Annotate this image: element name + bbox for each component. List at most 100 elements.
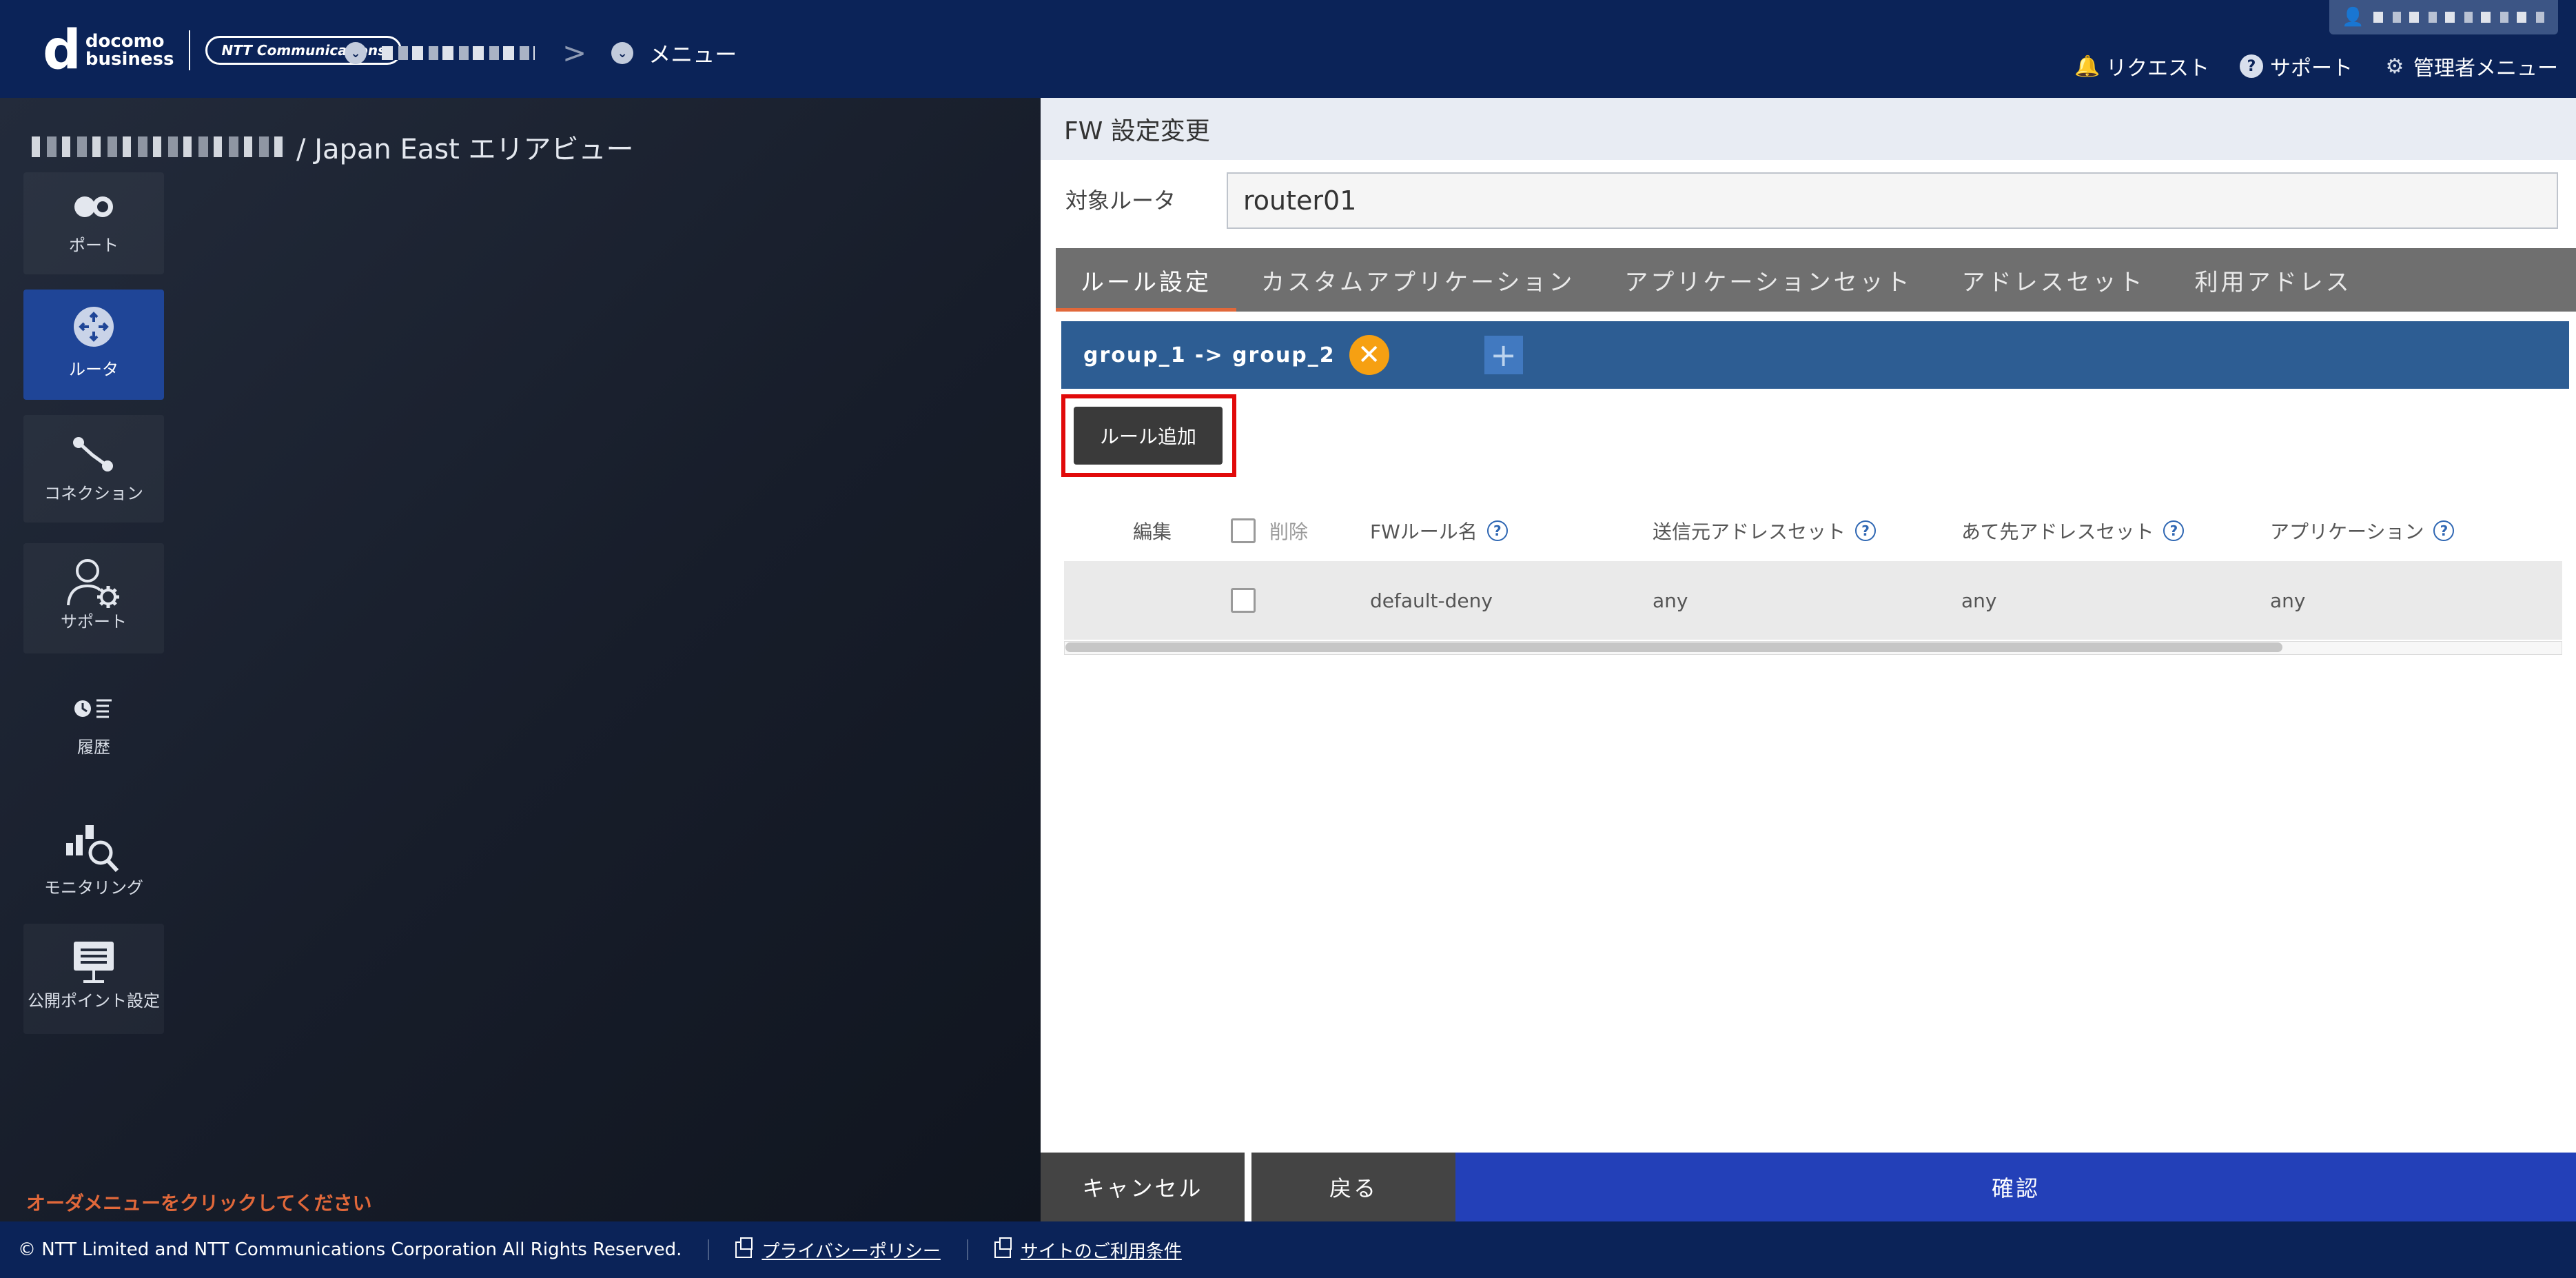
- settings-tabs: ルール設定 カスタムアプリケーション アプリケーションセット アドレスセット 利…: [1056, 248, 2576, 312]
- logo-wordmark: docomo business: [85, 32, 174, 68]
- sidebar-item-router[interactable]: ルータ: [23, 290, 164, 400]
- gear-icon: ⚙: [2385, 54, 2404, 79]
- delete-label: 削除: [1269, 520, 1309, 543]
- zone-pair-tab[interactable]: group_1 -> group_2: [1083, 343, 1336, 367]
- add-rule-button[interactable]: ルール追加: [1074, 407, 1223, 465]
- support-link[interactable]: ? サポート: [2240, 51, 2353, 81]
- zone-pair-tab-bar: group_1 -> group_2 ✕ +: [1061, 321, 2569, 389]
- sidebar-label-monitoring: モニタリング: [44, 878, 143, 897]
- breadcrumb-tenant-redacted[interactable]: [382, 46, 535, 60]
- sidebar-label-port: ポート: [69, 236, 119, 255]
- logo-separator: [189, 30, 191, 70]
- area-title-text: / Japan East エリアビュー: [296, 134, 634, 165]
- top-header: d docomo business NTT Communications ⌄ >…: [0, 0, 2576, 98]
- cancel-button[interactable]: キャンセル: [1041, 1153, 1245, 1221]
- tab-address-set[interactable]: アドレスセット: [1937, 248, 2170, 312]
- clock-list-icon: [73, 684, 114, 733]
- help-icon: ?: [2240, 54, 2263, 78]
- target-router-input[interactable]: [1227, 172, 2558, 229]
- confirm-button[interactable]: 確認: [1455, 1153, 2576, 1221]
- admin-menu-link[interactable]: ⚙ 管理者メニュー: [2383, 51, 2558, 81]
- sidebar-label-support: サポート: [61, 612, 127, 631]
- cell-fw-rule-name: default-deny: [1370, 589, 1493, 612]
- user-icon: 👤: [2342, 7, 2364, 28]
- sidebar-label-router: ルータ: [69, 360, 119, 379]
- chevron-down-icon[interactable]: ⌄: [345, 42, 367, 64]
- source-address-set-label: 送信元アドレスセット: [1653, 520, 1846, 543]
- external-link-icon: [735, 1237, 753, 1258]
- logo-d-mark: d: [43, 19, 81, 81]
- target-router-label: 対象ルータ: [1065, 187, 1176, 214]
- order-menu-hint: オーダメニューをクリックしてください: [26, 1192, 372, 1215]
- application-label: アプリケーション: [2270, 520, 2424, 543]
- header-links: 🔔 リクエスト ? サポート ⚙ 管理者メニュー: [2045, 51, 2558, 81]
- sidebar-item-connection[interactable]: コネクション: [23, 415, 164, 523]
- column-header-source-address-set: 送信元アドレスセット ?: [1653, 511, 1877, 550]
- column-header-fw-rule-name: FWルール名 ?: [1370, 511, 1508, 550]
- select-all-checkbox[interactable]: [1231, 518, 1256, 543]
- tab-custom-application[interactable]: カスタムアプリケーション: [1236, 248, 1599, 312]
- area-tenant-redacted: [32, 136, 285, 157]
- tab-used-address[interactable]: 利用アドレス: [2170, 248, 2377, 312]
- panel-title: FW 設定変更: [1041, 98, 2576, 160]
- fw-rule-name-label: FWルール名: [1370, 520, 1478, 543]
- user-account-box[interactable]: 👤: [2329, 0, 2558, 34]
- request-label: リクエスト: [2106, 57, 2209, 81]
- sidebar-item-support[interactable]: サポート: [23, 543, 164, 653]
- sidebar-item-history[interactable]: 履歴: [23, 677, 164, 780]
- row-delete-checkbox[interactable]: [1231, 588, 1256, 613]
- back-button[interactable]: 戻る: [1251, 1153, 1455, 1221]
- area-title: / Japan East エリアビュー: [32, 127, 634, 167]
- monitoring-search-icon: [66, 824, 121, 874]
- close-icon[interactable]: ✕: [1349, 335, 1389, 375]
- external-link-icon: [994, 1237, 1012, 1258]
- monitor-screen-icon: [72, 937, 115, 987]
- terms-of-use-label: サイトのご利用条件: [1020, 1241, 1182, 1262]
- help-icon[interactable]: ?: [1855, 520, 1877, 541]
- help-icon[interactable]: ?: [1486, 520, 1508, 541]
- sidebar-item-port[interactable]: ポート: [23, 172, 164, 274]
- router-icon: [72, 302, 115, 352]
- scrollbar-thumb[interactable]: [1065, 642, 2282, 652]
- logo-business: business: [85, 49, 174, 70]
- dest-address-set-label: あて先アドレスセット: [1961, 520, 2154, 543]
- copyright: © NTT Limited and NTT Communications Cor…: [18, 1239, 682, 1260]
- request-link[interactable]: 🔔 リクエスト: [2074, 51, 2209, 81]
- breadcrumb-separator: >: [562, 36, 587, 70]
- sidebar-label-public-point: 公開ポイント設定: [28, 991, 160, 1011]
- footer: © NTT Limited and NTT Communications Cor…: [0, 1221, 2576, 1278]
- privacy-policy-label: プライバシーポリシー: [761, 1241, 941, 1262]
- tab-rule-settings[interactable]: ルール設定: [1056, 248, 1236, 312]
- cell-application: any: [2270, 589, 2306, 612]
- help-icon[interactable]: ?: [2433, 520, 2455, 541]
- sidebar-label-connection: コネクション: [44, 484, 143, 503]
- footer-divider: [966, 1239, 968, 1260]
- terms-of-use-link[interactable]: サイトのご利用条件: [994, 1237, 1182, 1263]
- chevron-down-icon[interactable]: ⌄: [611, 42, 634, 64]
- cell-source-address-set: any: [1653, 589, 1688, 612]
- breadcrumb: ⌄ > ⌄ メニュー: [345, 37, 737, 69]
- connection-icon: [72, 430, 116, 480]
- fw-settings-panel: FW 設定変更 対象ルータ ルール設定 カスタムアプリケーション アプリケーショ…: [1041, 98, 2576, 1221]
- sidebar-item-public-point[interactable]: 公開ポイント設定: [23, 924, 164, 1034]
- user-gear-icon: [64, 558, 123, 608]
- table-row: default-deny any any any: [1064, 561, 2562, 640]
- cell-dest-address-set: any: [1961, 589, 1997, 612]
- column-header-edit: 編集: [1133, 520, 1172, 543]
- breadcrumb-menu[interactable]: メニュー: [648, 37, 737, 69]
- privacy-policy-link[interactable]: プライバシーポリシー: [735, 1237, 941, 1263]
- row-delete-cell: [1231, 561, 1256, 640]
- column-header-delete: 削除: [1231, 511, 1308, 550]
- help-icon[interactable]: ?: [2163, 520, 2185, 541]
- tab-application-set[interactable]: アプリケーションセット: [1599, 248, 1936, 312]
- port-icon: [72, 182, 115, 232]
- column-header-dest-address-set: あて先アドレスセット ?: [1961, 511, 2185, 550]
- admin-menu-label: 管理者メニュー: [2413, 57, 2558, 81]
- area-view: / Japan East エリアビュー ポート ルータ コネクション サポート …: [0, 98, 1041, 1221]
- sidebar-label-history: 履歴: [77, 738, 110, 757]
- sidebar-item-monitoring[interactable]: モニタリング: [23, 801, 164, 918]
- bell-icon: 🔔: [2074, 54, 2100, 79]
- user-name-redacted: [2373, 12, 2546, 23]
- column-header-application: アプリケーション ?: [2270, 511, 2455, 550]
- add-tab-button[interactable]: +: [1484, 336, 1523, 374]
